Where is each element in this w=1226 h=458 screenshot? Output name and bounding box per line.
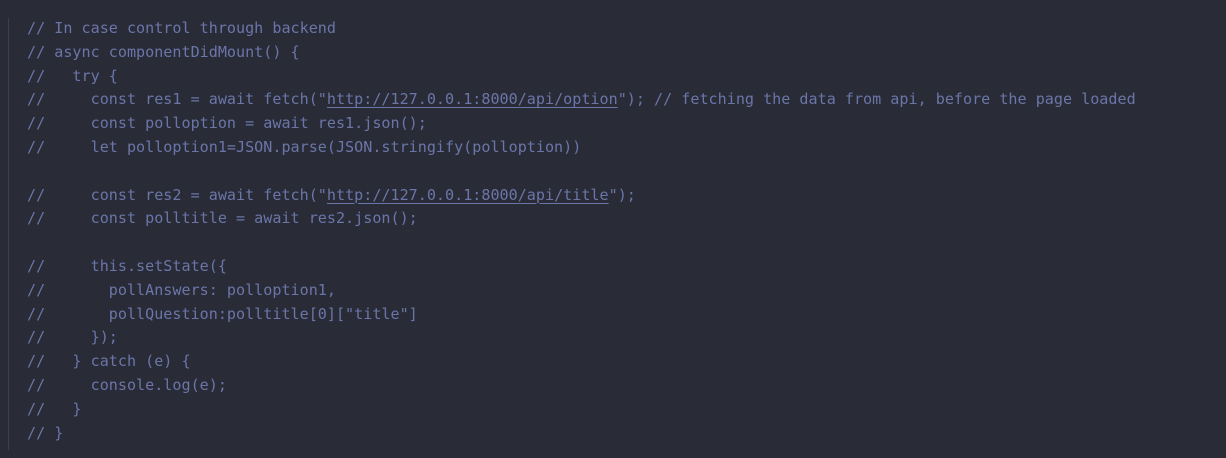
code-line[interactable]: // const polloption = await res1.json(); <box>27 112 1136 136</box>
comment-text: // try { <box>27 66 118 85</box>
code-line[interactable]: // const res2 = await fetch("http://127.… <box>27 184 1136 208</box>
code-line[interactable]: // console.log(e); <box>27 374 1136 398</box>
code-block[interactable]: // In case control through backend // asy… <box>27 17 1136 445</box>
code-line[interactable]: // const res1 = await fetch("http://127.… <box>27 88 1136 112</box>
comment-text: // In case control through backend <box>27 19 336 37</box>
comment-text: // } <box>27 423 64 442</box>
comment-text: // this.setState({ <box>27 256 227 275</box>
code-line[interactable]: // const polltitle = await res2.json(); <box>27 207 1136 231</box>
code-line[interactable] <box>27 231 1136 255</box>
code-line[interactable]: // pollQuestion:polltitle[0]["title"] <box>27 303 1136 327</box>
code-line[interactable]: // } <box>27 398 1136 422</box>
url-link[interactable]: http://127.0.0.1:8000/api/option <box>327 90 618 108</box>
comment-text: // pollAnswers: polloption1, <box>27 280 336 299</box>
code-line[interactable]: // In case control through backend <box>27 17 1136 41</box>
comment-text: // async componentDidMount() { <box>27 42 300 61</box>
comment-text: "); // fetching the data from api, befor… <box>617 90 1136 109</box>
url-link[interactable]: http://127.0.0.1:8000/api/title <box>327 186 609 204</box>
code-line[interactable]: // try { <box>27 65 1136 89</box>
indent-guide <box>8 18 9 450</box>
comment-text: // const polltitle = await res2.json(); <box>27 209 418 228</box>
code-line[interactable]: // } <box>27 422 1136 446</box>
code-line[interactable]: // } catch (e) { <box>27 350 1136 374</box>
code-line[interactable]: // pollAnswers: polloption1, <box>27 279 1136 303</box>
comment-text: // } <box>27 399 82 418</box>
comment-text: // pollQuestion:polltitle[0]["title"] <box>27 304 418 323</box>
comment-text: "); <box>608 185 636 204</box>
code-line[interactable] <box>27 160 1136 184</box>
comment-text: // console.log(e); <box>27 375 227 394</box>
comment-text: // const polloption = await res1.json(); <box>27 114 427 133</box>
comment-text: // let polloption1=JSON.parse(JSON.strin… <box>27 137 582 156</box>
comment-text: // } catch (e) { <box>27 352 191 371</box>
code-line[interactable]: // this.setState({ <box>27 255 1136 279</box>
code-line[interactable]: // async componentDidMount() { <box>27 41 1136 65</box>
comment-text: // }); <box>27 328 118 347</box>
code-editor[interactable]: // In case control through backend // asy… <box>0 0 1226 458</box>
code-line[interactable]: // let polloption1=JSON.parse(JSON.strin… <box>27 136 1136 160</box>
comment-text: // const res2 = await fetch(" <box>27 185 327 204</box>
comment-text: // const res1 = await fetch(" <box>27 90 327 109</box>
code-line[interactable]: // }); <box>27 326 1136 350</box>
